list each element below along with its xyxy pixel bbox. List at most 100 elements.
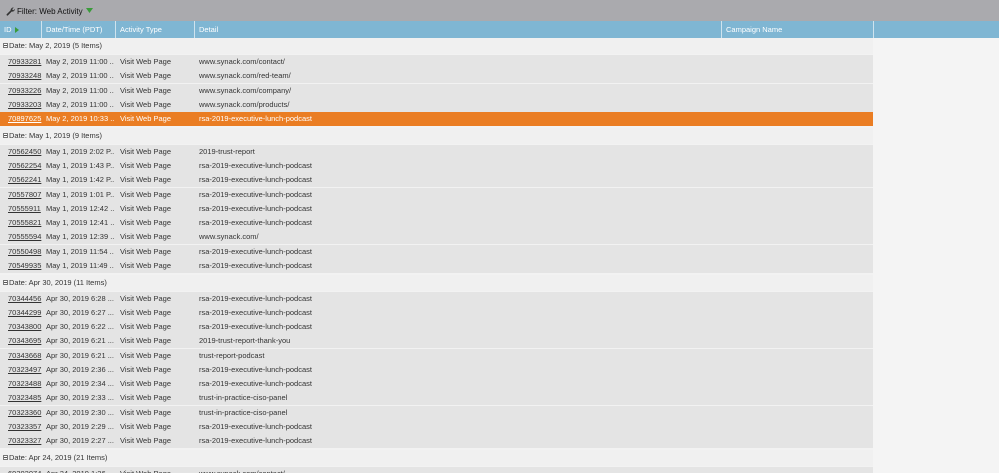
table-row[interactable]: 70550498 May 1, 2019 11:54 ... Visit Web P… bbox=[0, 244, 873, 259]
column-header-id[interactable]: ID bbox=[0, 21, 42, 38]
table-row[interactable]: 70343668 Apr 30, 2019 6:21 ... Visit Web P… bbox=[0, 348, 873, 363]
datetime-cell: May 1, 2019 12:39 ... bbox=[46, 232, 114, 242]
datetime-cell: May 1, 2019 2:02 P... bbox=[46, 146, 114, 156]
table-row[interactable]: 70549935 May 1, 2019 11:49 ... Visit Web P… bbox=[0, 258, 873, 273]
detail-cell: www.synack.com/company/ bbox=[199, 85, 292, 95]
detail-cell: rsa-2019-executive-lunch-podcast bbox=[199, 293, 312, 303]
group-header[interactable]: Date: Apr 24, 2019 (21 Items) bbox=[0, 449, 873, 466]
activity-id-link[interactable]: 70323327 bbox=[8, 434, 42, 448]
activity-id-link[interactable]: 70323485 bbox=[8, 391, 42, 405]
detail-cell: rsa-2019-executive-lunch-podcast bbox=[199, 189, 312, 199]
table-row[interactable]: 70933281 May 2, 2019 11:00 ... Visit Web P… bbox=[0, 55, 873, 69]
collapse-icon[interactable] bbox=[3, 43, 8, 48]
collapse-icon[interactable] bbox=[3, 454, 8, 460]
datetime-cell: Apr 30, 2019 6:27 ... bbox=[46, 307, 114, 317]
table-row[interactable]: 70562450 May 1, 2019 2:02 P... Visit Web P… bbox=[0, 144, 873, 159]
activity-id-link[interactable]: 70344456 bbox=[8, 292, 42, 306]
activity-id-link[interactable]: 70933226 bbox=[8, 84, 42, 98]
activity-type-cell: Visit Web Page bbox=[120, 189, 172, 199]
activity-id-link[interactable]: 70343668 bbox=[8, 349, 42, 363]
activity-id-link[interactable]: 70557807 bbox=[8, 188, 42, 202]
group-label: Date: Apr 30, 2019 (11 Items) bbox=[9, 277, 107, 287]
activity-id-link[interactable]: 70323357 bbox=[8, 420, 42, 434]
group-header[interactable]: Date: May 2, 2019 (5 Items) bbox=[0, 38, 873, 54]
table-row[interactable]: 69302074 Apr 24, 2019 1:26 ... Visit Web P… bbox=[0, 466, 873, 473]
filter-label: Filter: Web Activity bbox=[17, 6, 83, 16]
activity-type-cell: Visit Web Page bbox=[120, 467, 194, 473]
table-row[interactable]: 70562254 May 1, 2019 1:43 P... Visit Web P… bbox=[0, 159, 873, 173]
table-row[interactable]: 70933226 May 2, 2019 11:00 ... Visit Web P… bbox=[0, 83, 873, 98]
table-row-selected[interactable]: 70897625 May 2, 2019 10:33 ... Visit Web P… bbox=[0, 112, 873, 126]
activity-id-link[interactable]: 70555594 bbox=[8, 230, 42, 244]
table-row[interactable]: 70933248 May 2, 2019 11:00 ... Visit Web P… bbox=[0, 69, 873, 84]
table-row[interactable]: 70562241 May 1, 2019 1:42 P... Visit Web P… bbox=[0, 173, 873, 188]
table-row[interactable]: 70555911 May 1, 2019 12:42 ... Visit Web P… bbox=[0, 201, 873, 216]
table-row[interactable]: 70555594 May 1, 2019 12:39 ... Visit Web P… bbox=[0, 230, 873, 245]
activity-type-cell: Visit Web Page bbox=[120, 114, 172, 123]
table-row[interactable]: 70323497 Apr 30, 2019 2:36 ... Visit Web P… bbox=[0, 362, 873, 377]
detail-cell: trust-in-practice-ciso-panel bbox=[199, 393, 288, 403]
activity-id-link[interactable]: 70549935 bbox=[8, 259, 42, 273]
activity-id-link[interactable]: 70344299 bbox=[8, 306, 42, 320]
datetime-cell: May 1, 2019 11:49 ... bbox=[46, 260, 114, 270]
datetime-cell: May 1, 2019 1:43 P... bbox=[46, 161, 114, 170]
detail-cell: rsa-2019-executive-lunch-podcast bbox=[199, 379, 312, 388]
table-row[interactable]: 70557807 May 1, 2019 1:01 P... Visit Web P… bbox=[0, 187, 873, 202]
group-header[interactable]: Date: May 1, 2019 (9 Items) bbox=[0, 127, 873, 144]
group-header[interactable]: Date: Apr 30, 2019 (11 Items) bbox=[0, 274, 873, 291]
group-label: Date: Apr 24, 2019 (21 Items) bbox=[9, 452, 108, 462]
filter-dropdown[interactable]: Filter: Web Activity bbox=[6, 5, 93, 17]
activity-type-cell: Visit Web Page bbox=[120, 175, 172, 185]
activity-id-link[interactable]: 70323360 bbox=[8, 406, 42, 420]
activity-type-cell: Visit Web Page bbox=[120, 293, 172, 303]
table-row[interactable]: 70933203 May 2, 2019 11:00 ... Visit Web P… bbox=[0, 97, 873, 112]
activity-id-link[interactable]: 70933248 bbox=[8, 69, 42, 83]
table-row[interactable]: 70323327 Apr 30, 2019 2:27 ... Visit Web P… bbox=[0, 434, 873, 448]
activity-id-link[interactable]: 70323488 bbox=[8, 377, 42, 391]
activity-id-link[interactable]: 70933281 bbox=[8, 55, 42, 69]
detail-cell: www.synack.com/products/ bbox=[199, 99, 290, 109]
table-row[interactable]: 70343800 Apr 30, 2019 6:22 ... Visit Web P… bbox=[0, 320, 873, 334]
activity-id-link[interactable]: 70562450 bbox=[8, 145, 42, 159]
activity-type-cell: Visit Web Page bbox=[120, 307, 172, 317]
datetime-cell: May 1, 2019 12:41 ... bbox=[46, 218, 114, 227]
datetime-cell: May 1, 2019 12:42 ... bbox=[46, 203, 114, 213]
activity-id-link[interactable]: 70933203 bbox=[8, 98, 42, 112]
activity-id-link[interactable]: 70897625 bbox=[8, 112, 42, 126]
activity-id-link[interactable]: 70555821 bbox=[8, 216, 42, 230]
column-header-campaign-name[interactable]: Campaign Name bbox=[722, 21, 874, 38]
activity-id-link[interactable]: 69302074 bbox=[8, 467, 42, 473]
activity-type-cell: Visit Web Page bbox=[120, 246, 172, 256]
detail-cell: rsa-2019-executive-lunch-podcast bbox=[199, 246, 312, 256]
table-row[interactable]: 70344299 Apr 30, 2019 6:27 ... Visit Web P… bbox=[0, 305, 873, 320]
table-row[interactable]: 70344456 Apr 30, 2019 6:28 ... Visit Web P… bbox=[0, 291, 873, 306]
activity-type-cell: Visit Web Page bbox=[120, 57, 172, 66]
activity-id-link[interactable]: 70323497 bbox=[8, 363, 42, 377]
activity-id-link[interactable]: 70562254 bbox=[8, 159, 42, 173]
column-header-datetime[interactable]: Date/Time (PDT) bbox=[42, 21, 116, 38]
datetime-cell: Apr 30, 2019 2:27 ... bbox=[46, 436, 114, 445]
activity-type-cell: Visit Web Page bbox=[120, 350, 172, 360]
table-row[interactable]: 70343695 Apr 30, 2019 6:21 ... Visit Web P… bbox=[0, 334, 873, 349]
datetime-cell: May 1, 2019 1:01 P... bbox=[46, 189, 114, 199]
detail-cell: rsa-2019-executive-lunch-podcast bbox=[199, 322, 312, 331]
detail-cell: trust-report-podcast bbox=[199, 350, 265, 360]
table-row[interactable]: 70323488 Apr 30, 2019 2:34 ... Visit Web P… bbox=[0, 377, 873, 391]
activity-id-link[interactable]: 70555911 bbox=[8, 202, 42, 216]
table-row[interactable]: 70555821 May 1, 2019 12:41 ... Visit Web P… bbox=[0, 216, 873, 230]
activity-type-cell: Visit Web Page bbox=[120, 393, 172, 403]
activity-id-link[interactable]: 70550498 bbox=[8, 245, 42, 259]
detail-cell: rsa-2019-executive-lunch-podcast bbox=[199, 421, 312, 431]
collapse-icon[interactable] bbox=[3, 132, 8, 138]
column-header-activity-type[interactable]: Activity Type bbox=[116, 21, 195, 38]
chevron-down-icon[interactable] bbox=[85, 8, 93, 14]
activity-id-link[interactable]: 70343695 bbox=[8, 334, 42, 348]
activity-id-link[interactable]: 70343800 bbox=[8, 320, 42, 334]
collapse-icon[interactable] bbox=[3, 279, 8, 285]
table-row[interactable]: 70323357 Apr 30, 2019 2:29 ... Visit Web P… bbox=[0, 419, 873, 434]
table-row[interactable]: 70323485 Apr 30, 2019 2:33 ... Visit Web P… bbox=[0, 391, 873, 406]
column-header-detail[interactable]: Detail bbox=[195, 21, 722, 38]
activity-id-link[interactable]: 70562241 bbox=[8, 173, 42, 187]
table-row[interactable]: 70323360 Apr 30, 2019 2:30 ... Visit Web P… bbox=[0, 405, 873, 420]
wrench-icon bbox=[6, 7, 15, 16]
